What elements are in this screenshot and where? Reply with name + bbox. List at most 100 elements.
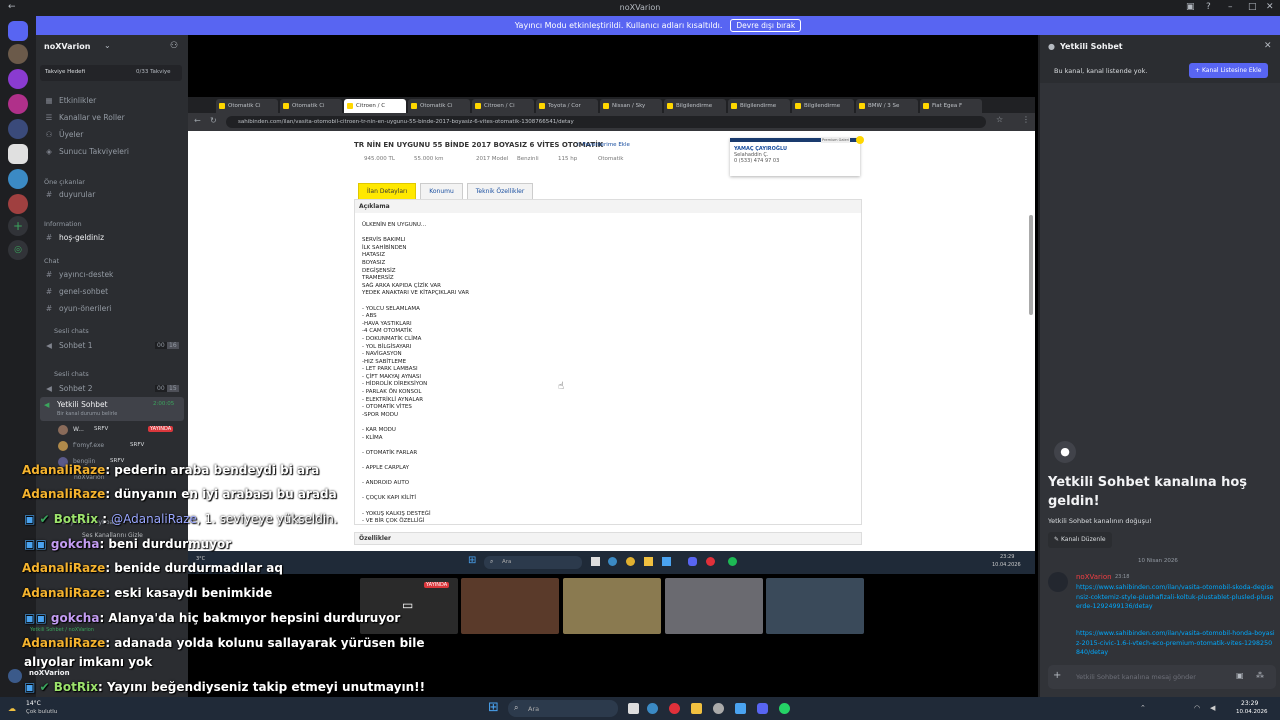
minimize-icon[interactable]: – (1228, 2, 1233, 12)
discord-icon[interactable] (688, 557, 697, 566)
folder-icon[interactable] (691, 703, 702, 714)
browser-tab[interactable]: Nissan / Sky (600, 99, 662, 113)
windows-start-icon[interactable]: ⊞ (488, 700, 499, 715)
browser-tab[interactable]: Bilgilendirme (728, 99, 790, 113)
category-voice-2[interactable]: Sesli chats (54, 370, 89, 378)
add-to-channel-list-button[interactable]: + Kanal Listesine Ekle (1189, 63, 1268, 78)
taskbar-app-icon[interactable] (706, 557, 715, 566)
channel-duyurular[interactable]: # duyurular (44, 190, 95, 199)
server-icon[interactable] (8, 194, 28, 214)
tray-chevron-icon[interactable]: ⌃ (1140, 704, 1146, 712)
server-name[interactable]: noXVarion (44, 42, 90, 51)
taskbar-app-icon[interactable] (608, 557, 617, 566)
voice-user-name[interactable]: f'omyf.exe (73, 442, 104, 449)
folder-icon[interactable] (644, 557, 653, 566)
discord-home-icon[interactable] (8, 21, 28, 41)
opera-icon[interactable] (669, 703, 680, 714)
voice-channel-sohbet-2[interactable]: ◀ Sohbet 2 (44, 384, 92, 393)
windows-start-icon[interactable]: ⊞ (468, 555, 476, 566)
sidebar-item-boosts[interactable]: ◈ Sunucu Takviyeleri (44, 147, 129, 156)
avatar[interactable] (1048, 572, 1068, 592)
browser-tab[interactable]: Otomatik Ci (280, 99, 342, 113)
page-scrollbar[interactable] (1029, 215, 1033, 315)
browser-tab[interactable]: Otomatik Ci (408, 99, 470, 113)
whatsapp-icon[interactable] (779, 703, 790, 714)
webcam-tile[interactable] (665, 578, 763, 634)
sidebar-item-events[interactable]: ▦ Etkinlikler (44, 96, 96, 105)
voice-user-name[interactable]: W... (73, 426, 84, 433)
edge-icon[interactable] (647, 703, 658, 714)
bookmark-star-icon[interactable]: ☆ (996, 115, 1003, 124)
add-favorite-link[interactable]: ☆ Favorilerime Ekle (576, 142, 630, 148)
browser-tab-active[interactable]: Citroen / C (344, 99, 406, 113)
taskbar-search[interactable]: ⌕ Ara (508, 700, 618, 717)
browser-tab[interactable]: Fiat Egea F (920, 99, 982, 113)
browser-tab[interactable]: Toyota / Cor (536, 99, 598, 113)
task-view-icon[interactable] (628, 703, 639, 714)
url-bar[interactable]: sahibinden.com/ilan/vasita-otomobil-citr… (226, 116, 986, 128)
channel-yayinci-destek[interactable]: # yayıncı-destek (44, 270, 114, 279)
spotify-icon[interactable] (728, 557, 737, 566)
volume-icon[interactable]: ◀ (1210, 704, 1215, 712)
explore-icon[interactable]: ◎ (8, 240, 28, 260)
server-icon-active[interactable] (8, 144, 28, 164)
taskbar-app-icon[interactable] (591, 557, 600, 566)
category-featured[interactable]: Öne çıkanlar (44, 178, 85, 186)
server-icon[interactable] (8, 94, 28, 114)
back-icon[interactable]: ← (8, 2, 16, 12)
taskbar-app-icon[interactable] (626, 557, 635, 566)
menu-icon[interactable]: ⋮ (1022, 115, 1030, 124)
disable-streamer-mode-button[interactable]: Devre dışı bırak (730, 19, 802, 32)
obs-icon[interactable] (713, 703, 724, 714)
server-icon[interactable] (8, 119, 28, 139)
voice-channel-sohbet-1[interactable]: ◀ Sohbet 1 (44, 341, 92, 350)
message-link[interactable]: https://www.sahibinden.com/ilan/vasita-o… (1076, 629, 1276, 658)
browser-tab[interactable]: BMW / 3 Se (856, 99, 918, 113)
close-icon[interactable]: ✕ (1266, 2, 1274, 12)
channel-genel-sohbet[interactable]: # genel-sohbet (44, 287, 108, 296)
maximize-icon[interactable]: □ (1248, 2, 1257, 12)
inbox-icon[interactable]: ▣ (1186, 2, 1195, 12)
server-icon[interactable] (8, 44, 28, 64)
message-input[interactable]: + Yetkili Sohbet kanalına mesaj gönder ▣… (1048, 665, 1276, 689)
user-avatar[interactable] (8, 669, 22, 683)
sidebar-item-members[interactable]: ⚇ Üyeler (44, 130, 84, 139)
add-server-icon[interactable]: + (8, 216, 28, 236)
help-icon[interactable]: ? (1206, 2, 1211, 12)
taskbar-search[interactable]: Ara (484, 556, 582, 569)
channel-status[interactable]: Bir kanal durumu belirle (57, 411, 117, 417)
back-icon[interactable]: ← (194, 116, 201, 125)
wifi-icon[interactable]: ◠ (1194, 704, 1200, 712)
category-information[interactable]: Information (44, 220, 82, 228)
category-voice-1[interactable]: Sesli chats (54, 327, 89, 335)
server-icon[interactable] (8, 169, 28, 189)
category-chat[interactable]: Chat (44, 257, 59, 265)
browser-tab[interactable]: Citroen / Ci (472, 99, 534, 113)
attach-plus-icon[interactable]: + (1053, 670, 1061, 681)
tab-technical[interactable]: Teknik Özellikler (466, 183, 534, 200)
server-icon[interactable] (8, 69, 28, 89)
discord-icon[interactable] (757, 703, 768, 714)
webcam-tile[interactable] (563, 578, 661, 634)
invite-icon[interactable]: ⚇ (170, 41, 178, 51)
taskbar-app-icon[interactable] (662, 557, 671, 566)
browser-tab[interactable]: Bilgilendirme (664, 99, 726, 113)
sidebar-item-channels-roles[interactable]: ☰ Kanallar ve Roller (44, 113, 125, 122)
close-icon[interactable]: ✕ (1264, 41, 1272, 51)
tab-location[interactable]: Konumu (420, 183, 463, 200)
webcam-tile[interactable] (766, 578, 864, 634)
boost-goal-bar[interactable]: Takviye Hedefi 0/33 Takviye (40, 65, 182, 81)
webcam-tile[interactable] (461, 578, 559, 634)
browser-tab[interactable]: Otomatik Ci (216, 99, 278, 113)
chevron-down-icon[interactable]: ⌄ (104, 41, 111, 50)
voice-channel-yetkili-sohbet[interactable]: ◀ Yetkili Sohbet 2:00:05 Bir kanal durum… (40, 397, 184, 421)
tab-listing-details[interactable]: İlan Detayları (358, 183, 417, 200)
edit-channel-button[interactable]: ✎ Kanalı Düzenle (1048, 532, 1112, 548)
message-link[interactable]: https://www.sahibinden.com/ilan/vasita-o… (1076, 583, 1276, 612)
message-author[interactable]: noXVarion (1076, 573, 1112, 581)
browser-tab[interactable]: Bilgilendirme (792, 99, 854, 113)
channel-hos-geldiniz[interactable]: # hoş-geldiniz (44, 233, 104, 242)
taskbar-app-icon[interactable] (735, 703, 746, 714)
gif-icon[interactable]: ▣ (1236, 671, 1244, 680)
channel-oyun-onerileri[interactable]: # oyun-önerileri (44, 304, 112, 313)
